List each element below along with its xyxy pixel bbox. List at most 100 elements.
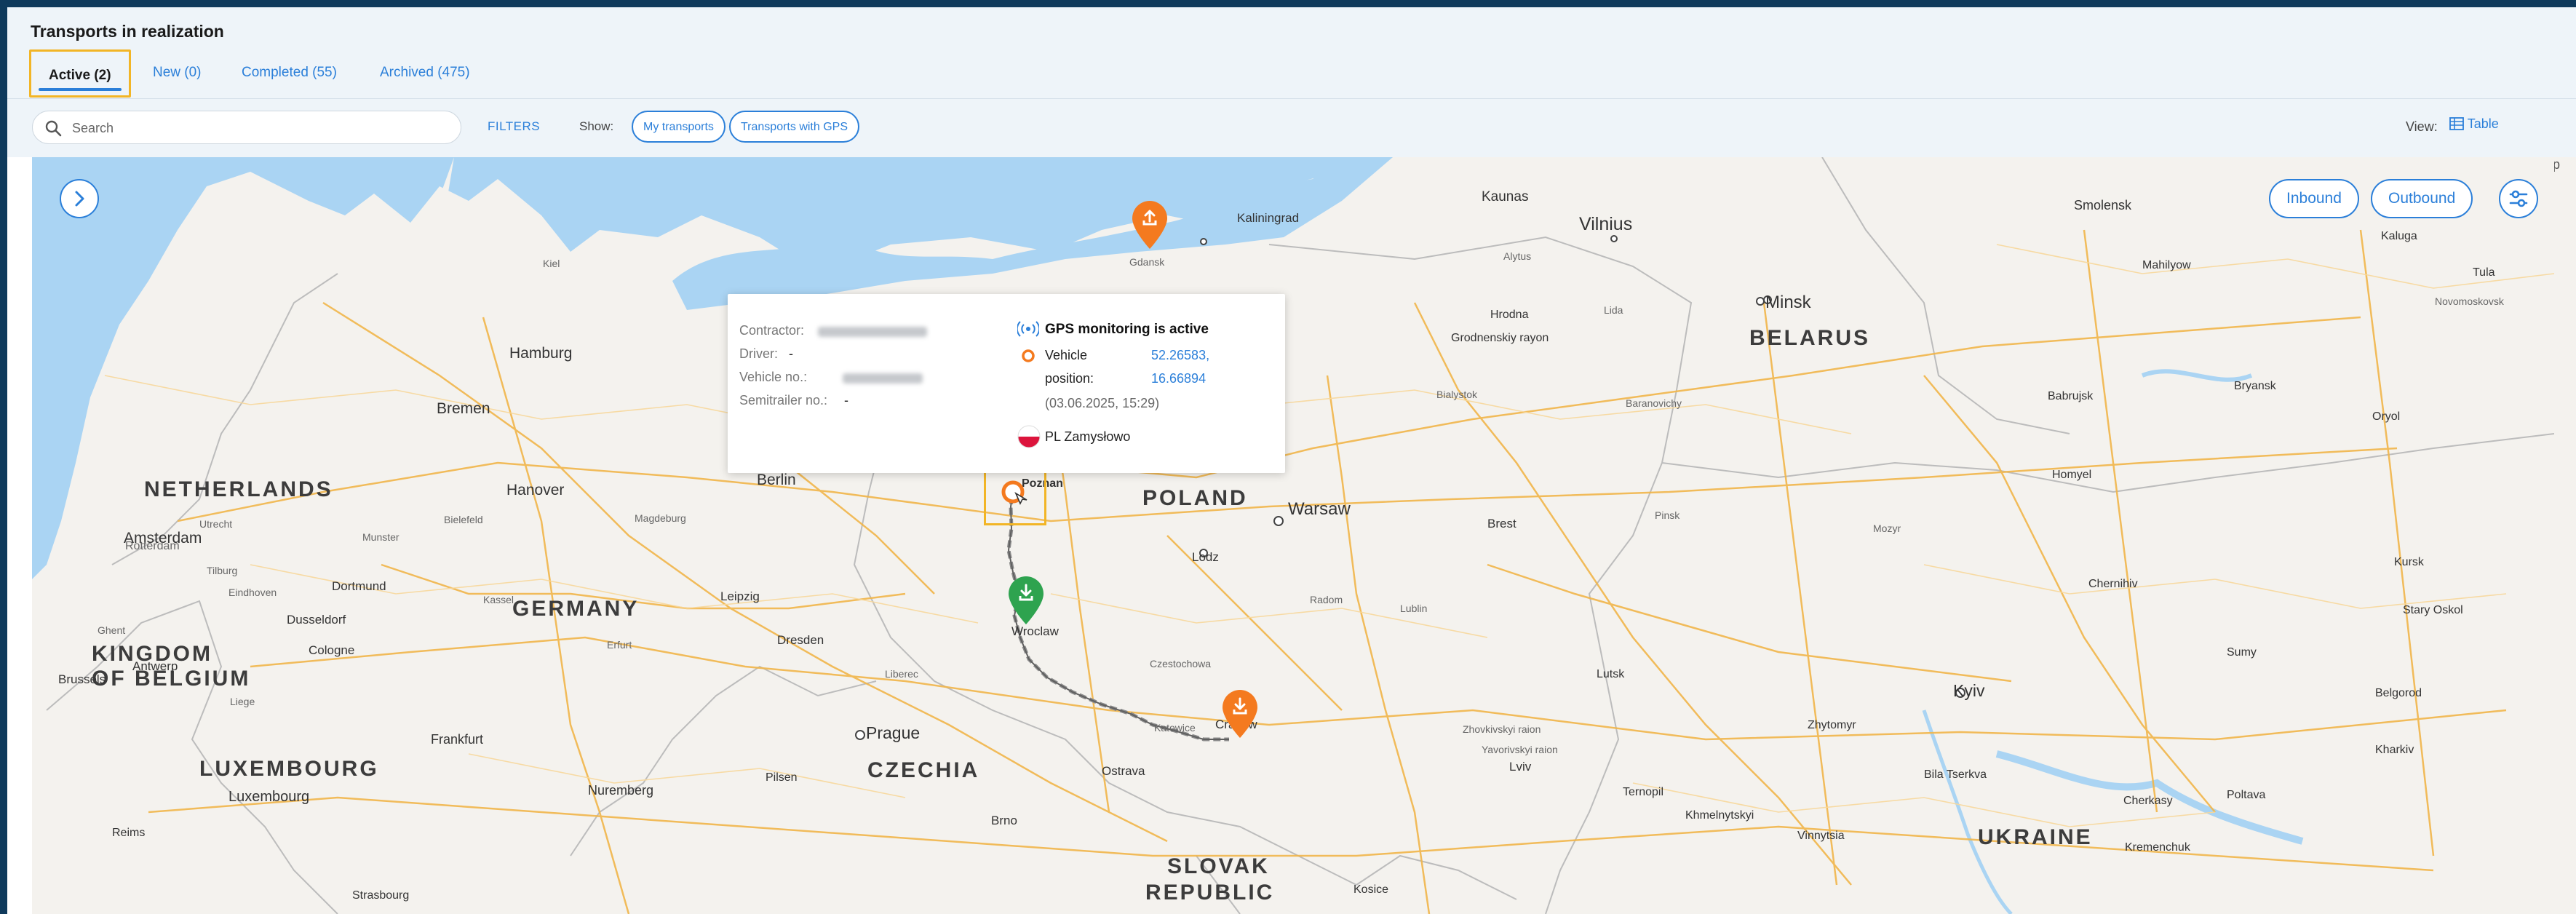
city-homyel: Homyel bbox=[2052, 469, 2092, 481]
city-pinsk: Pinsk bbox=[1655, 509, 1680, 521]
city-antwerp: Antwerp bbox=[132, 659, 178, 673]
longitude-link[interactable]: 16.66894 bbox=[1151, 371, 1206, 386]
chip-my-transports[interactable]: My transports bbox=[632, 111, 726, 143]
city-bialystok: Bialystok bbox=[1436, 389, 1478, 400]
city-brno: Brno bbox=[991, 814, 1017, 827]
city-staryoskol: Stary Oskol bbox=[2403, 604, 2463, 616]
city-oryol: Oryol bbox=[2372, 410, 2401, 423]
table-icon bbox=[2449, 117, 2464, 130]
city-wroclaw: Wroclaw bbox=[1011, 624, 1059, 638]
view-table-label: Table bbox=[2467, 116, 2499, 131]
city-kosice: Kosice bbox=[1353, 883, 1389, 896]
city-hanover: Hanover bbox=[506, 482, 565, 498]
show-label: Show: bbox=[579, 119, 614, 133]
city-hamburg: Hamburg bbox=[509, 345, 573, 362]
pickup-marker-gdansk[interactable] bbox=[1129, 199, 1170, 250]
city-kaliningrad: Kaliningrad bbox=[1237, 211, 1300, 225]
city-lviv: Lviv bbox=[1509, 760, 1532, 774]
city-lutsk: Lutsk bbox=[1597, 668, 1625, 680]
gps-signal-icon bbox=[1017, 321, 1039, 337]
city-nuremberg: Nuremberg bbox=[588, 783, 654, 798]
tab-active[interactable]: Active (2) bbox=[29, 49, 131, 98]
city-strasbourg: Strasbourg bbox=[352, 889, 410, 902]
city-magdeburg: Magdeburg bbox=[635, 512, 686, 524]
page-title: Transports in realization bbox=[31, 22, 224, 41]
search-box[interactable] bbox=[32, 111, 461, 144]
city-kiel: Kiel bbox=[543, 258, 560, 269]
city-frankfurt: Frankfurt bbox=[431, 732, 484, 747]
vehicle-position-marker[interactable] bbox=[998, 477, 1027, 506]
country-czechia: CZECHIA bbox=[867, 758, 980, 782]
vehicle-popup: Contractor: Driver: - Vehicle no.: Semit… bbox=[728, 294, 1285, 473]
city-dresden: Dresden bbox=[777, 633, 824, 647]
city-zhovkivskyi: Zhovkivskyi raion bbox=[1463, 723, 1541, 735]
city-tula: Tula bbox=[2473, 266, 2495, 279]
city-yavorivskyi: Yavorivskyi raion bbox=[1482, 744, 1558, 755]
city-poltava: Poltava bbox=[2227, 789, 2266, 801]
city-vinnytsia: Vinnytsia bbox=[1797, 830, 1845, 842]
city-kassel: Kassel bbox=[483, 594, 514, 605]
delivery-marker-cracow[interactable] bbox=[1220, 688, 1260, 739]
country-netherlands: NETHERLANDS bbox=[144, 477, 333, 501]
latitude-link[interactable]: 52.26583, bbox=[1151, 348, 1209, 363]
city-prague: Prague bbox=[866, 723, 921, 742]
city-vilnius: Vilnius bbox=[1579, 214, 1633, 234]
city-cherkasy: Cherkasy bbox=[2123, 795, 2173, 807]
city-grodnenskiy: Grodnenskiy rayon bbox=[1451, 332, 1549, 344]
tab-divider bbox=[7, 98, 2576, 99]
city-luxembourg: Luxembourg bbox=[228, 789, 310, 805]
city-eindhoven: Eindhoven bbox=[228, 587, 277, 598]
filters-button[interactable]: FILTERS bbox=[488, 119, 540, 134]
inbound-button[interactable]: Inbound bbox=[2269, 179, 2359, 218]
city-czestochowa: Czestochowa bbox=[1150, 658, 1212, 669]
chip-transports-with-gps[interactable]: Transports with GPS bbox=[729, 111, 860, 143]
city-dusseldorf: Dusseldorf bbox=[287, 613, 346, 627]
semitrailer-label: Semitrailer no.: bbox=[739, 393, 828, 408]
city-tilburg: Tilburg bbox=[207, 565, 238, 576]
city-bilatserkva: Bila Tserkva bbox=[1924, 768, 1987, 781]
city-utrecht: Utrecht bbox=[199, 518, 233, 530]
delivery-marker-wroclaw[interactable] bbox=[1006, 575, 1046, 626]
city-cologne: Cologne bbox=[309, 643, 355, 657]
vehicle-position-label-2: position: bbox=[1045, 371, 1094, 386]
city-dortmund: Dortmund bbox=[332, 579, 386, 593]
view-table-option[interactable]: Table bbox=[2449, 116, 2499, 132]
city-ghent: Ghent bbox=[98, 624, 126, 636]
city-brussels: Brussels bbox=[58, 672, 106, 686]
city-hrodna: Hrodna bbox=[1490, 309, 1529, 321]
country-belarus: BELARUS bbox=[1749, 326, 1871, 350]
app-window: Transports in realization Active (2) New… bbox=[7, 7, 2576, 914]
tab-completed[interactable]: Completed (55) bbox=[242, 51, 337, 95]
city-rotterdam: Rotterdam bbox=[125, 540, 180, 552]
city-novomoskovsk: Novomoskovsk bbox=[2435, 295, 2504, 307]
vehicle-position-icon bbox=[1022, 349, 1035, 362]
gps-status-title: GPS monitoring is active bbox=[1045, 322, 1209, 337]
map-settings-button[interactable] bbox=[2499, 179, 2538, 218]
expand-panel-button[interactable] bbox=[60, 179, 99, 218]
city-munster: Munster bbox=[362, 531, 399, 543]
city-zhytomyr: Zhytomyr bbox=[1808, 719, 1856, 731]
country-luxembourg: LUXEMBOURG bbox=[199, 757, 379, 781]
city-chernihiv: Chernihiv bbox=[2088, 578, 2138, 590]
position-timestamp: (03.06.2025, 15:29) bbox=[1045, 396, 1160, 410]
city-liberec: Liberec bbox=[885, 668, 918, 680]
city-erfurt: Erfurt bbox=[607, 639, 632, 651]
driver-value: - bbox=[789, 346, 793, 361]
tab-new[interactable]: New (0) bbox=[153, 51, 202, 95]
city-babrujsk: Babrujsk bbox=[2048, 390, 2094, 402]
search-input[interactable] bbox=[71, 117, 452, 139]
city-kharkiv: Kharkiv bbox=[2375, 744, 2414, 756]
city-lublin: Lublin bbox=[1400, 603, 1428, 614]
city-khmelnytskyi: Khmelnytskyi bbox=[1685, 809, 1754, 822]
city-ostrava: Ostrava bbox=[1102, 764, 1145, 778]
view-label: View: bbox=[2406, 119, 2438, 134]
vehicle-no-label: Vehicle no.: bbox=[739, 370, 808, 384]
city-leipzig: Leipzig bbox=[720, 589, 760, 603]
city-kursk: Kursk bbox=[2394, 556, 2424, 568]
city-baranovichy: Baranovichy bbox=[1626, 397, 1682, 409]
tab-archived[interactable]: Archived (475) bbox=[380, 51, 470, 95]
city-bremen: Bremen bbox=[437, 400, 490, 417]
city-kyiv: Kyiv bbox=[1953, 681, 1985, 700]
outbound-button[interactable]: Outbound bbox=[2371, 179, 2473, 218]
map-view[interactable]: NETHERLANDS GERMANY POLAND BELARUS CZECH… bbox=[32, 157, 2554, 914]
